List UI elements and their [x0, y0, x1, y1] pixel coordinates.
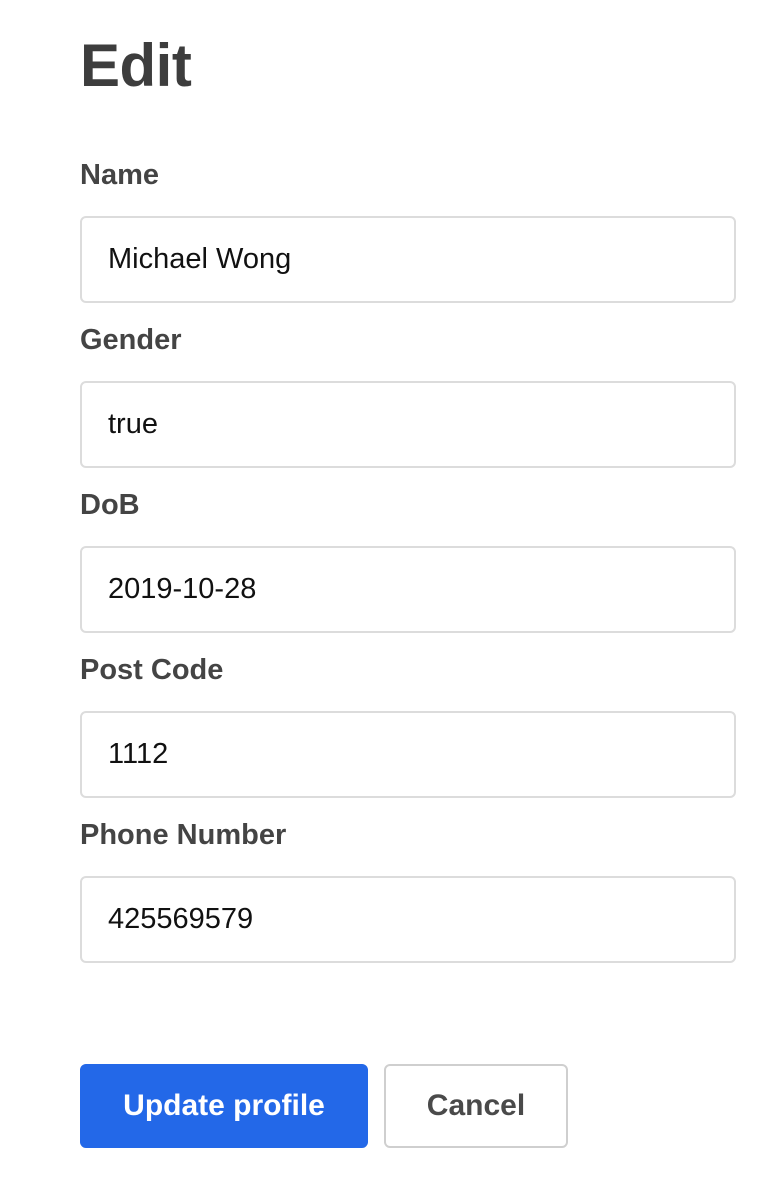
edit-profile-form: Name Gender DoB Post Code Phone Number [80, 152, 736, 977]
cancel-button[interactable]: Cancel [384, 1064, 568, 1148]
gender-label: Gender [80, 324, 182, 356]
name-input[interactable] [80, 216, 736, 303]
phone-number-input[interactable] [80, 876, 736, 963]
phone-number-label: Phone Number [80, 819, 287, 851]
post-code-input[interactable] [80, 711, 736, 798]
post-code-label: Post Code [80, 654, 224, 686]
gender-field-group: Gender [80, 317, 736, 468]
dob-field-group: DoB [80, 482, 736, 633]
dob-input[interactable] [80, 546, 736, 633]
dob-label: DoB [80, 489, 140, 521]
form-actions: Update profile Cancel [80, 1064, 568, 1148]
post-code-field-group: Post Code [80, 647, 736, 798]
phone-number-field-group: Phone Number [80, 812, 736, 963]
update-profile-button[interactable]: Update profile [80, 1064, 368, 1148]
name-label: Name [80, 159, 159, 191]
name-field-group: Name [80, 152, 736, 303]
edit-profile-page: Edit Name Gender DoB Post Code Phone Num… [0, 0, 782, 1202]
gender-input[interactable] [80, 381, 736, 468]
page-title: Edit [80, 32, 192, 99]
